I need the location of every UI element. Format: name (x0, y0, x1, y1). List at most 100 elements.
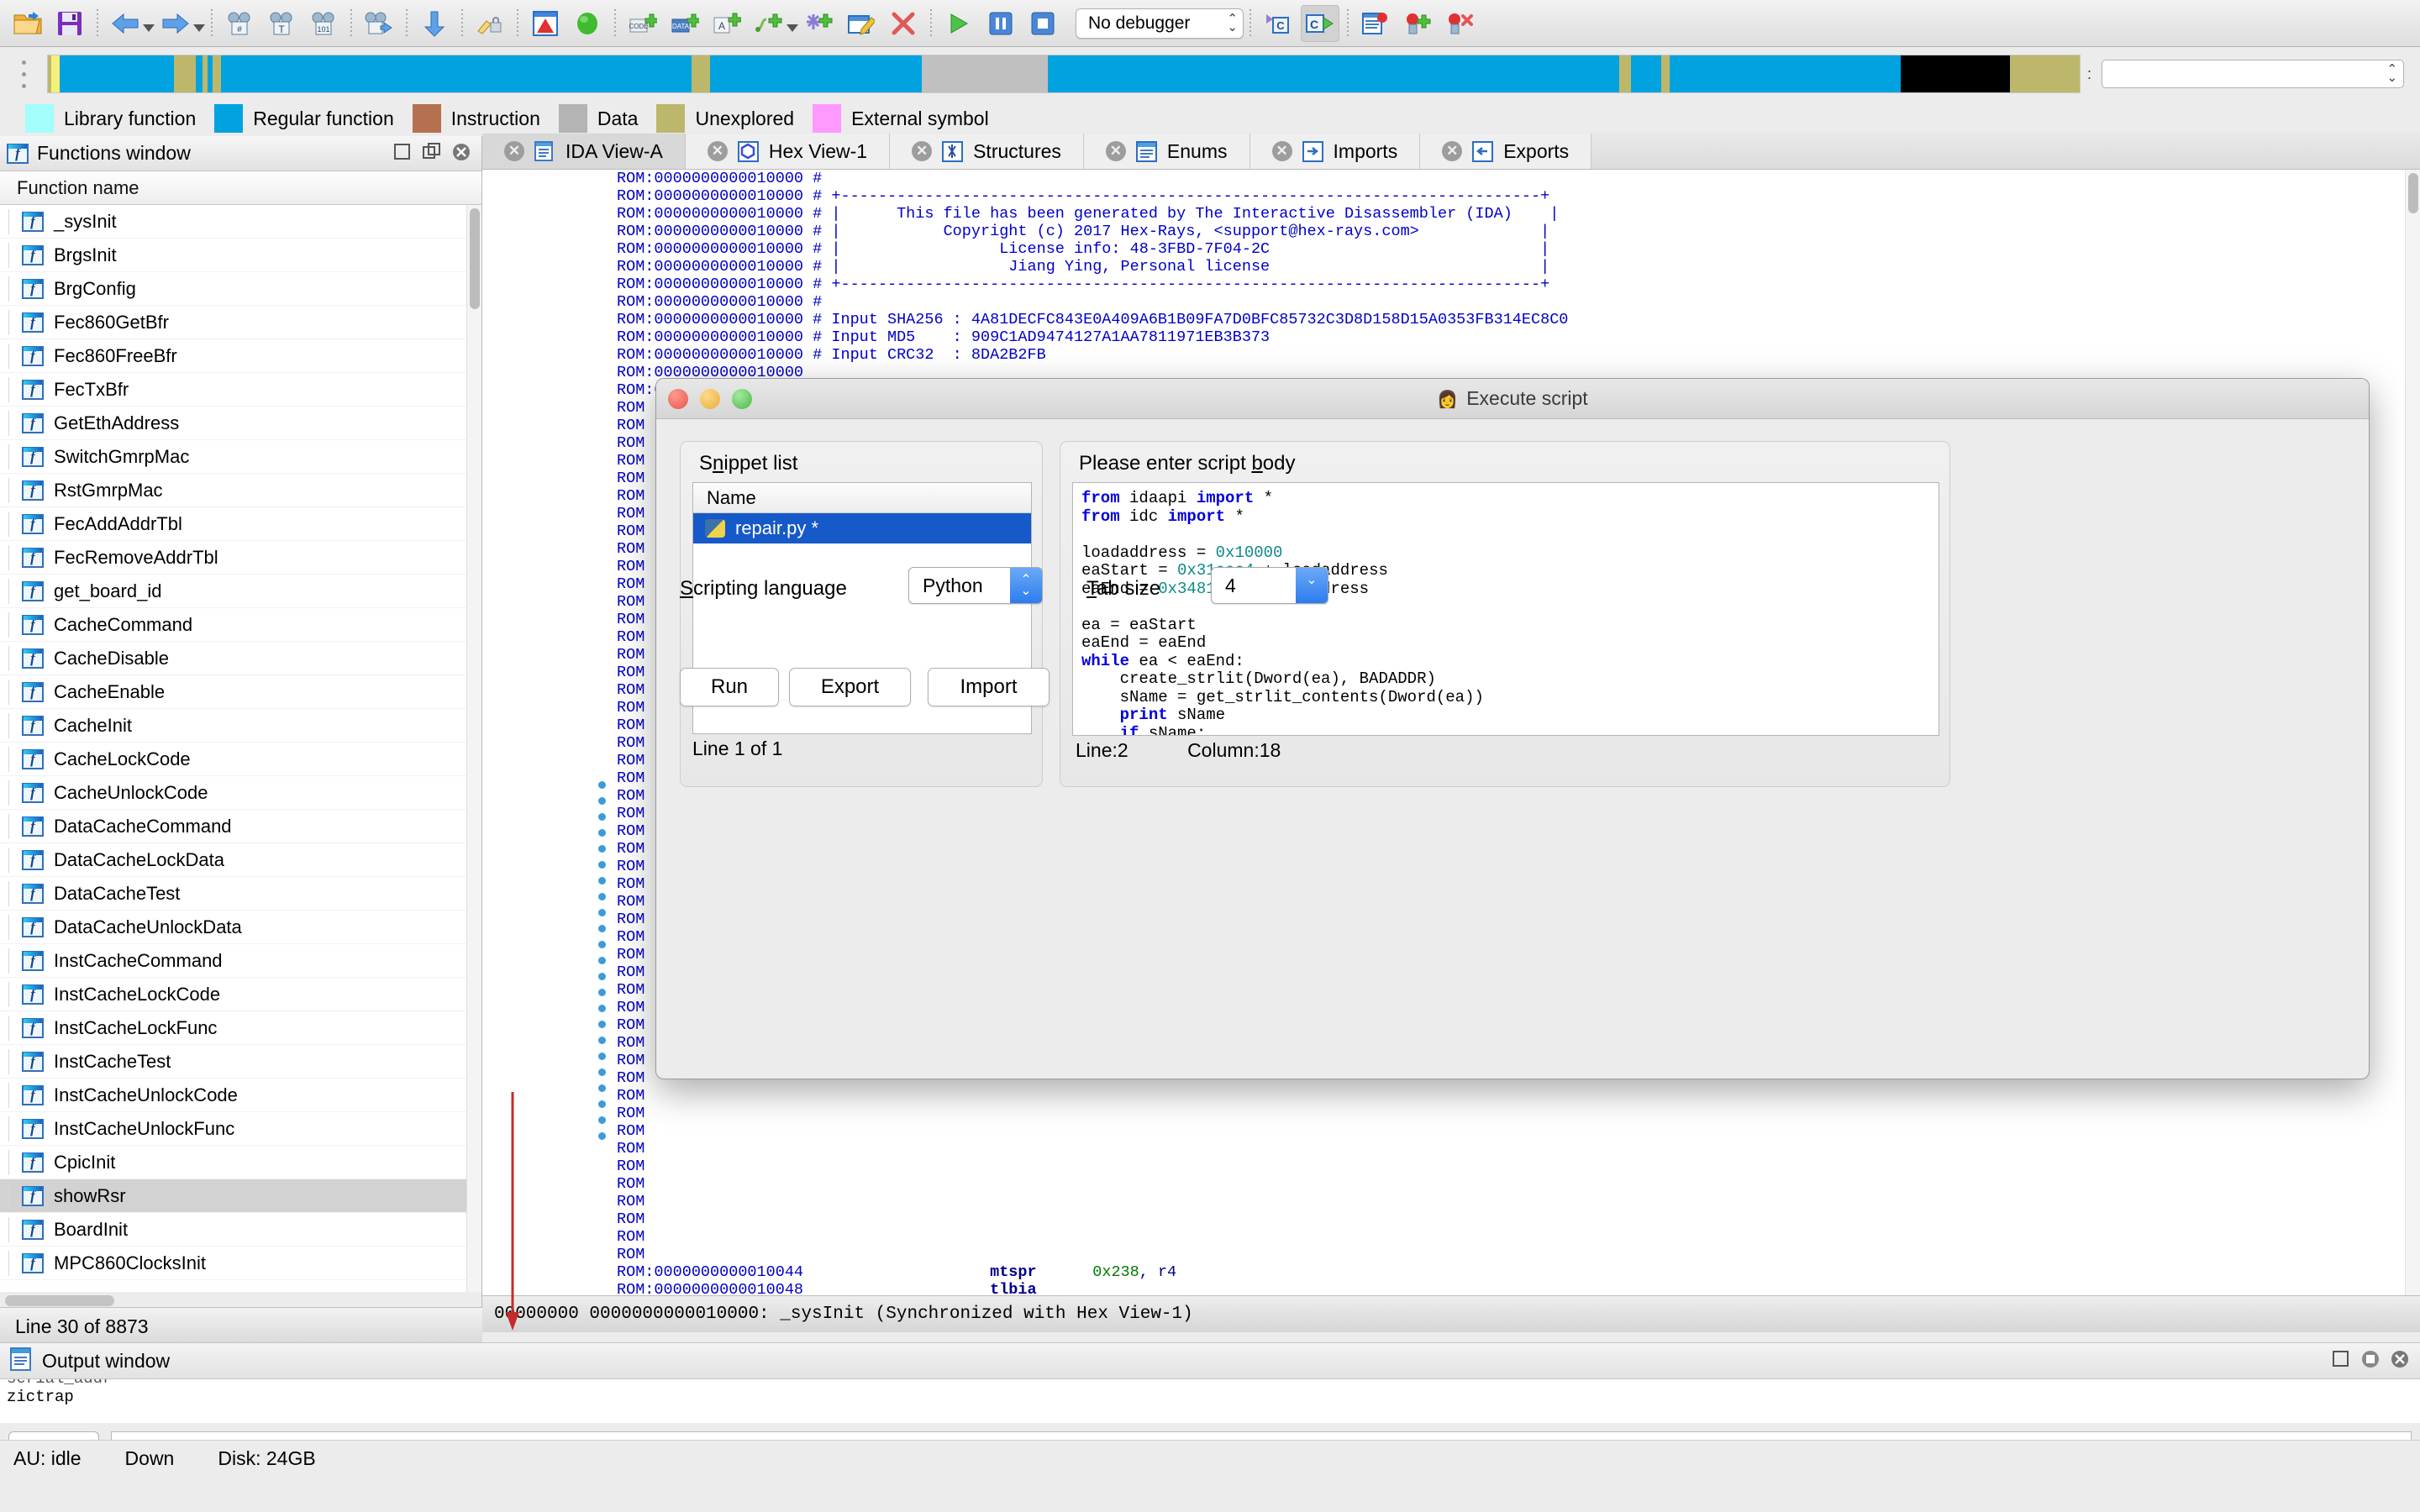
make-data-icon[interactable]: DATA (666, 5, 704, 42)
close-icon[interactable]: ✕ (1271, 141, 1292, 161)
stop-icon[interactable] (1023, 5, 1062, 42)
scrollbar-thumb[interactable] (2408, 173, 2418, 213)
debugger-select[interactable]: No debugger ⌃ ⌄ (1076, 8, 1244, 39)
breakpoints-icon[interactable] (1356, 5, 1395, 42)
make-code-icon[interactable]: CODE (623, 5, 662, 42)
run-icon[interactable] (939, 5, 978, 42)
navigator-strip[interactable] (47, 55, 2081, 93)
search-text-icon[interactable]: T (262, 5, 301, 42)
import-button[interactable]: Import (928, 668, 1050, 706)
script-body-editor[interactable]: from idaapi import * from idc import * l… (1072, 482, 1939, 736)
make-function-icon[interactable] (750, 5, 788, 42)
function-list-item[interactable]: f CacheInit (0, 709, 467, 743)
patch-lock-icon[interactable] (471, 5, 509, 42)
dialog-titlebar[interactable]: 👩 Execute script (656, 379, 2369, 419)
function-list-item[interactable]: f _sysInit (0, 205, 467, 239)
snippet-name-column-header[interactable]: Name (693, 483, 1031, 513)
export-button[interactable]: Export (789, 668, 911, 706)
function-list-item[interactable]: f InstCacheTest (0, 1045, 467, 1079)
function-list-item[interactable]: f SwitchGmrpMac (0, 440, 467, 474)
close-icon[interactable]: ✕ (1442, 141, 1463, 161)
function-list-item[interactable]: f BrgsInit (0, 239, 467, 272)
tab-enums[interactable]: ✕ Enums (1083, 134, 1250, 169)
close-icon[interactable]: ✕ (912, 141, 933, 161)
make-function-dropdown-icon[interactable] (786, 24, 798, 32)
decompile-run-icon[interactable]: C (1301, 4, 1339, 42)
function-name-column-header[interactable]: Function name (0, 171, 481, 205)
navigate-forward-icon[interactable] (156, 5, 195, 42)
function-list-item[interactable]: f CpicInit (0, 1146, 467, 1179)
function-list-item[interactable]: f Fec860FreeBfr (0, 339, 467, 373)
navigate-back-icon[interactable] (106, 5, 145, 42)
make-struct-icon[interactable] (800, 5, 839, 42)
function-list-item[interactable]: f FecTxBfr (0, 373, 467, 407)
back-history-dropdown-icon[interactable] (143, 24, 155, 32)
chevron-down-icon[interactable]: ⌄ (1296, 568, 1328, 603)
tab-structures[interactable]: ✕ Structures (890, 134, 1084, 169)
del-breakpoint-icon[interactable] (1440, 5, 1479, 42)
function-list-item[interactable]: f InstCacheLockFunc (0, 1011, 467, 1045)
function-list-item[interactable]: f CacheEnable (0, 675, 467, 709)
function-list-item[interactable]: f InstCacheLockCode (0, 978, 467, 1011)
function-list-item[interactable]: f GetEthAddress (0, 407, 467, 440)
disassembly-scrollbar[interactable] (2405, 170, 2420, 1295)
maximize-icon[interactable] (393, 143, 415, 165)
function-list-item[interactable]: f FecAddAddrTbl (0, 507, 467, 541)
function-list-item[interactable]: f showRsr (0, 1179, 467, 1213)
undock-icon[interactable] (423, 142, 445, 165)
close-icon[interactable]: ✕ (504, 141, 524, 161)
search-binary-icon[interactable]: 101 (304, 5, 343, 42)
close-icon[interactable]: ✕ (1105, 141, 1126, 161)
decompile-icon[interactable]: C (1259, 5, 1297, 42)
tab-hex-view-1[interactable]: ✕ Hex View-1 (685, 134, 891, 169)
function-list-item[interactable]: f DataCacheCommand (0, 810, 467, 843)
pause-icon[interactable] (981, 5, 1020, 42)
run-button[interactable]: Run (680, 668, 779, 706)
function-list-item[interactable]: f DataCacheUnlockData (0, 911, 467, 944)
function-list-item[interactable]: f get_board_id (0, 575, 467, 608)
problems-icon[interactable] (526, 5, 565, 42)
edit-icon[interactable] (842, 5, 881, 42)
close-icon[interactable] (2391, 1350, 2412, 1372)
jump-down-icon[interactable] (415, 5, 454, 42)
function-list-item[interactable]: f InstCacheUnlockCode (0, 1079, 467, 1112)
function-list[interactable]: f _sysInit f BrgsInit f BrgConfig f Fec860GetBf… (0, 205, 467, 1292)
snippet-list-item[interactable]: repair.py * (693, 513, 1031, 543)
scrollbar-thumb[interactable] (470, 208, 480, 309)
add-breakpoint-icon[interactable] (1398, 5, 1437, 42)
function-list-item[interactable]: f DataCacheLockData (0, 843, 467, 877)
save-icon[interactable] (50, 5, 89, 42)
function-list-item[interactable]: f CacheUnlockCode (0, 776, 467, 810)
function-list-item[interactable]: f BrgConfig (0, 272, 467, 306)
tab-exports[interactable]: ✕ Exports (1420, 134, 1592, 169)
nav-zoom-spinner[interactable]: ⌃ ⌄ (2102, 60, 2405, 88)
function-list-item[interactable]: f InstCacheUnlockFunc (0, 1112, 467, 1146)
function-list-scrollbar[interactable] (466, 205, 481, 1292)
open-file-icon[interactable] (8, 5, 47, 42)
function-list-item[interactable]: f CacheDisable (0, 642, 467, 675)
green-status-icon[interactable] (568, 5, 607, 42)
output-text[interactable]: serial_addrzictrap (0, 1379, 2420, 1423)
scripting-language-select[interactable]: Python ⌃ ⌄ (908, 567, 1043, 604)
close-icon[interactable]: ✕ (707, 141, 728, 161)
undefine-icon[interactable] (884, 5, 923, 42)
function-list-item[interactable]: f DataCacheTest (0, 877, 467, 911)
function-list-item[interactable]: f CacheLockCode (0, 743, 467, 776)
function-list-hscrollbar[interactable] (2, 1294, 466, 1307)
scrollbar-thumb[interactable] (5, 1295, 114, 1306)
close-icon[interactable] (452, 143, 474, 165)
tab-ida-view-a[interactable]: ✕ IDA View-A (482, 134, 686, 169)
function-list-item[interactable]: f MPC860ClocksInit (0, 1247, 467, 1280)
function-list-item[interactable]: f Fec860GetBfr (0, 306, 467, 339)
forward-history-dropdown-icon[interactable] (193, 24, 205, 32)
maximize-icon[interactable] (2332, 1350, 2354, 1372)
tab-imports[interactable]: ✕ Imports (1249, 134, 1421, 169)
undock-icon[interactable] (2361, 1350, 2383, 1372)
search-hex-icon[interactable]: # (220, 5, 259, 42)
function-list-item[interactable]: f InstCacheCommand (0, 944, 467, 978)
tab-size-select[interactable]: 4 ⌄ (1211, 567, 1328, 604)
function-list-item[interactable]: f CacheCommand (0, 608, 467, 642)
function-list-item[interactable]: f FecRemoveAddrTbl (0, 541, 467, 575)
function-list-item[interactable]: f RstGmrpMac (0, 474, 467, 507)
search-next-icon[interactable] (360, 5, 398, 42)
